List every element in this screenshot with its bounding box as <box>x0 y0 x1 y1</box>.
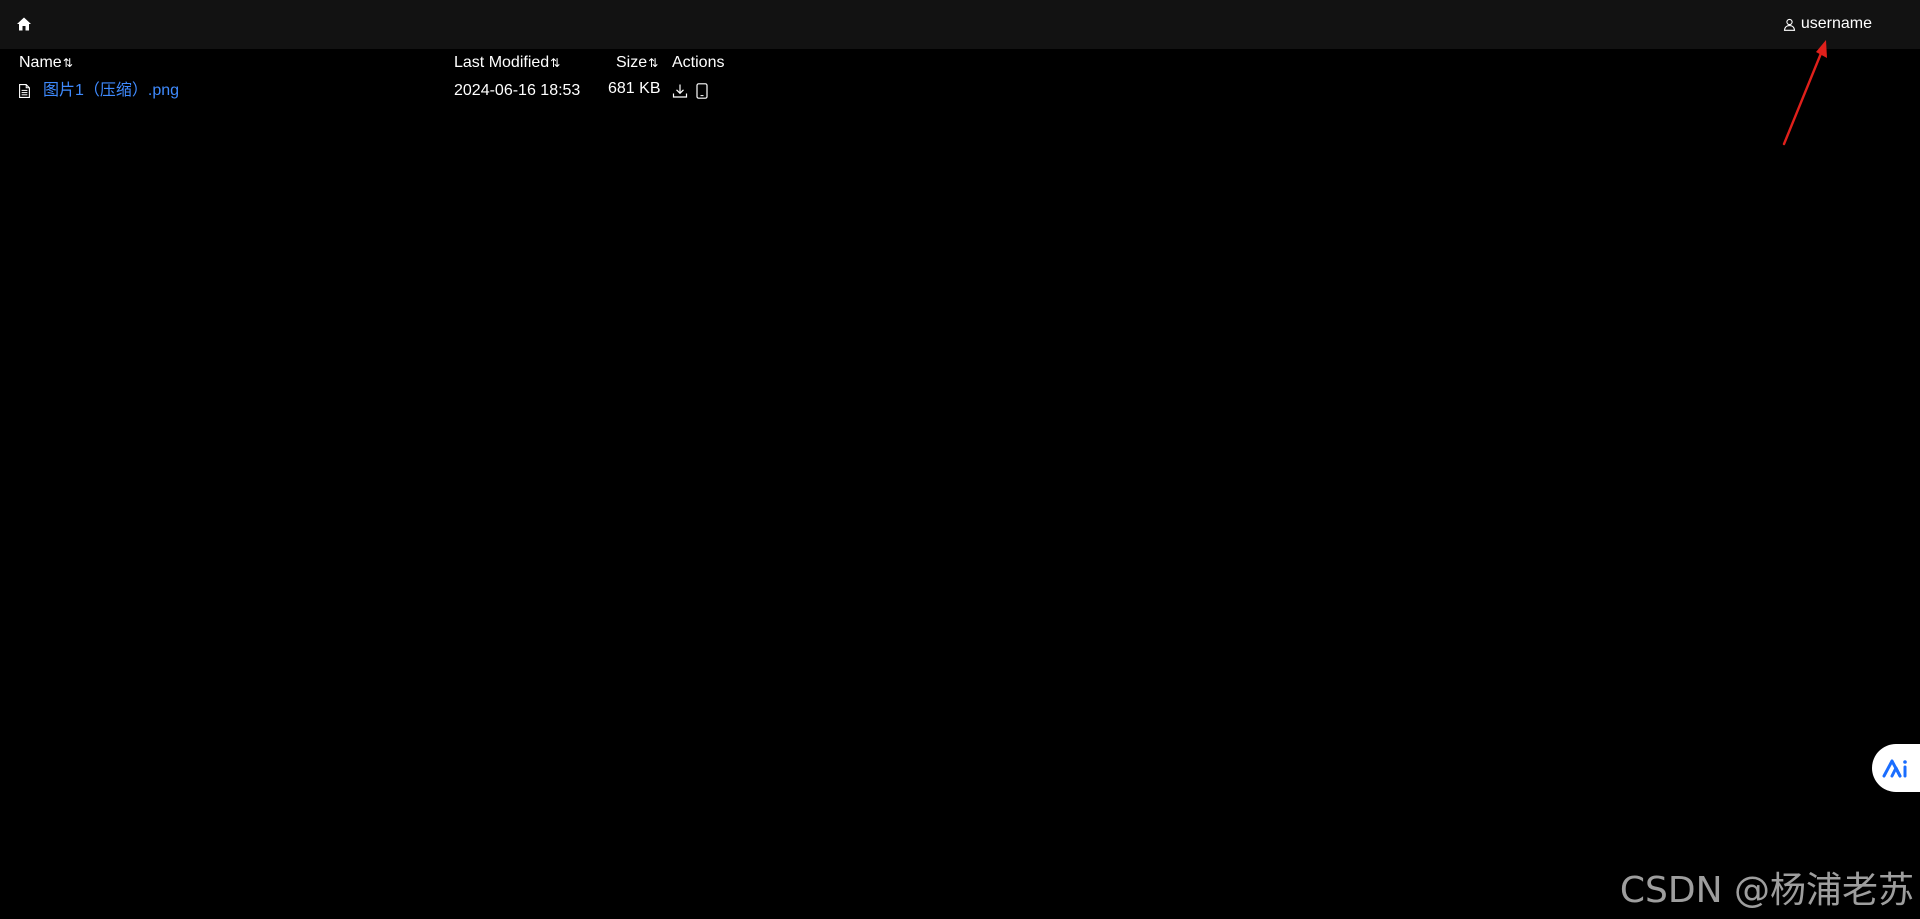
user-icon <box>1783 17 1797 31</box>
home-icon <box>17 17 31 31</box>
sort-icon: ⇅ <box>550 56 560 70</box>
column-header-actions-label: Actions <box>672 54 725 71</box>
sort-icon: ⇅ <box>648 56 658 70</box>
column-header-actions: Actions <box>672 52 724 74</box>
ai-assistant-icon <box>1882 759 1907 778</box>
download-icon <box>672 84 688 98</box>
home-button[interactable] <box>14 14 34 34</box>
download-button[interactable] <box>672 82 688 100</box>
column-header-name[interactable]: Name⇅ <box>19 52 73 74</box>
ai-assistant-button[interactable] <box>1872 744 1920 792</box>
user-menu[interactable]: username <box>1783 13 1872 35</box>
column-header-size[interactable]: Size⇅ <box>616 52 658 74</box>
actions-cell <box>672 80 710 102</box>
username-label: username <box>1800 15 1872 32</box>
mobile-icon <box>696 83 708 99</box>
column-header-name-label: Name <box>19 54 62 71</box>
top-navigation-bar: username <box>0 0 1920 49</box>
column-header-last-modified-label: Last Modified <box>454 54 550 71</box>
watermark: CSDN @杨浦老苏 <box>1619 870 1914 911</box>
last-modified-cell: 2024-06-16 18:53 <box>454 82 581 99</box>
annotation-arrow <box>1782 40 1827 146</box>
size-cell: 681 KB <box>608 80 661 97</box>
sort-icon: ⇅ <box>62 56 73 70</box>
column-header-last-modified[interactable]: Last Modified⇅ <box>454 52 560 74</box>
file-link[interactable]: 图片1（压缩）.png <box>43 80 179 102</box>
file-icon <box>19 84 30 98</box>
column-header-size-label: Size <box>616 54 648 71</box>
mobile-qr-button[interactable] <box>694 82 710 100</box>
